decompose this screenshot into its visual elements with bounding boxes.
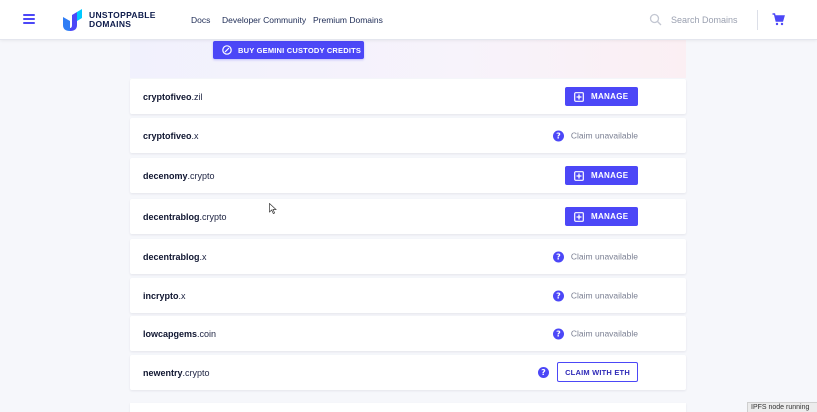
claim-unavailable-status: ? Claim unavailable <box>552 251 638 262</box>
domain-name[interactable]: decentrablog.crypto <box>143 212 227 222</box>
domain-row: decentrablog.crypto MANAGE <box>130 199 686 234</box>
gemini-button-label: BUY GEMINI CUSTODY CREDITS <box>238 45 362 55</box>
claim-unavailable-status: ? Claim unavailable <box>552 130 638 141</box>
domain-row: newentry.crypto ? CLAIM WITH ETH <box>130 355 686 390</box>
help-icon[interactable]: ? <box>538 366 549 378</box>
domain-row: decentrablog.x ? Claim unavailable <box>130 239 686 274</box>
domain-row: decenomy.crypto MANAGE <box>130 158 686 193</box>
claim-unavailable-label: Claim unavailable <box>570 251 638 262</box>
unstoppable-logo-icon[interactable] <box>61 8 83 33</box>
manage-button[interactable]: MANAGE <box>565 166 638 185</box>
nav-developer-community[interactable]: Developer Community <box>222 15 306 25</box>
manage-button[interactable]: MANAGE <box>565 87 638 106</box>
help-icon[interactable]: ? <box>552 328 564 339</box>
manage-label: MANAGE <box>591 92 629 101</box>
manage-icon <box>574 91 584 102</box>
svg-text:?: ? <box>541 368 546 377</box>
manage-button[interactable]: MANAGE <box>565 207 638 226</box>
domain-name[interactable]: decenomy.crypto <box>143 171 215 181</box>
domain-name[interactable]: cryptofiveo.zil <box>143 92 203 102</box>
claim-unavailable-label: Claim unavailable <box>570 130 638 141</box>
claim-with-eth-button[interactable]: CLAIM WITH ETH <box>557 362 638 382</box>
help-icon[interactable]: ? <box>552 130 564 141</box>
domain-row: cryptofiveo.x ? Claim unavailable <box>130 118 686 153</box>
cart-icon[interactable] <box>772 13 785 26</box>
svg-text:?: ? <box>556 291 561 300</box>
domain-row: incrypto.x ? Claim unavailable <box>130 278 686 313</box>
domain-name[interactable]: decentrablog.x <box>143 252 207 262</box>
mouse-cursor-icon <box>269 203 277 214</box>
claim-unavailable-label: Claim unavailable <box>570 328 638 339</box>
help-icon[interactable]: ? <box>552 290 564 301</box>
claim-unavailable-status: ? Claim unavailable <box>552 290 638 301</box>
manage-label: MANAGE <box>591 171 629 180</box>
domain-name[interactable]: lowcapgems.coin <box>143 329 216 339</box>
help-icon[interactable]: ? <box>552 251 564 262</box>
menu-icon[interactable] <box>23 14 35 24</box>
manage-icon <box>574 170 584 181</box>
manage-icon <box>574 211 584 222</box>
header-divider <box>757 10 758 30</box>
domain-name[interactable]: cryptofiveo.x <box>143 131 199 141</box>
gemini-icon <box>222 45 232 55</box>
claim-unavailable-label: Claim unavailable <box>570 290 638 301</box>
domain-name[interactable]: newentry.crypto <box>143 368 210 378</box>
search-icon[interactable] <box>649 13 662 26</box>
top-header: UNSTOPPABLE DOMAINS Docs Developer Commu… <box>0 0 817 40</box>
domain-row <box>130 403 686 412</box>
svg-text:?: ? <box>556 131 561 140</box>
search-input[interactable]: Search Domains <box>671 15 738 25</box>
manage-label: MANAGE <box>591 212 629 221</box>
logo-text[interactable]: UNSTOPPABLE DOMAINS <box>89 11 156 29</box>
domain-name[interactable]: incrypto.x <box>143 291 186 301</box>
svg-text:?: ? <box>556 329 561 338</box>
domain-row: cryptofiveo.zil MANAGE <box>130 79 686 114</box>
domain-row: lowcapgems.coin ? Claim unavailable <box>130 316 686 351</box>
nav-docs[interactable]: Docs <box>191 15 210 25</box>
logo-text-line2: DOMAINS <box>89 19 132 29</box>
claim-unavailable-status: ? Claim unavailable <box>552 328 638 339</box>
buy-gemini-custody-credits-button[interactable]: BUY GEMINI CUSTODY CREDITS <box>213 41 364 59</box>
nav-premium-domains[interactable]: Premium Domains <box>313 15 383 25</box>
claim-with-eth-group: ? CLAIM WITH ETH <box>538 362 638 382</box>
svg-text:?: ? <box>556 252 561 261</box>
ipfs-status-toast: IPFS node running <box>747 402 817 412</box>
